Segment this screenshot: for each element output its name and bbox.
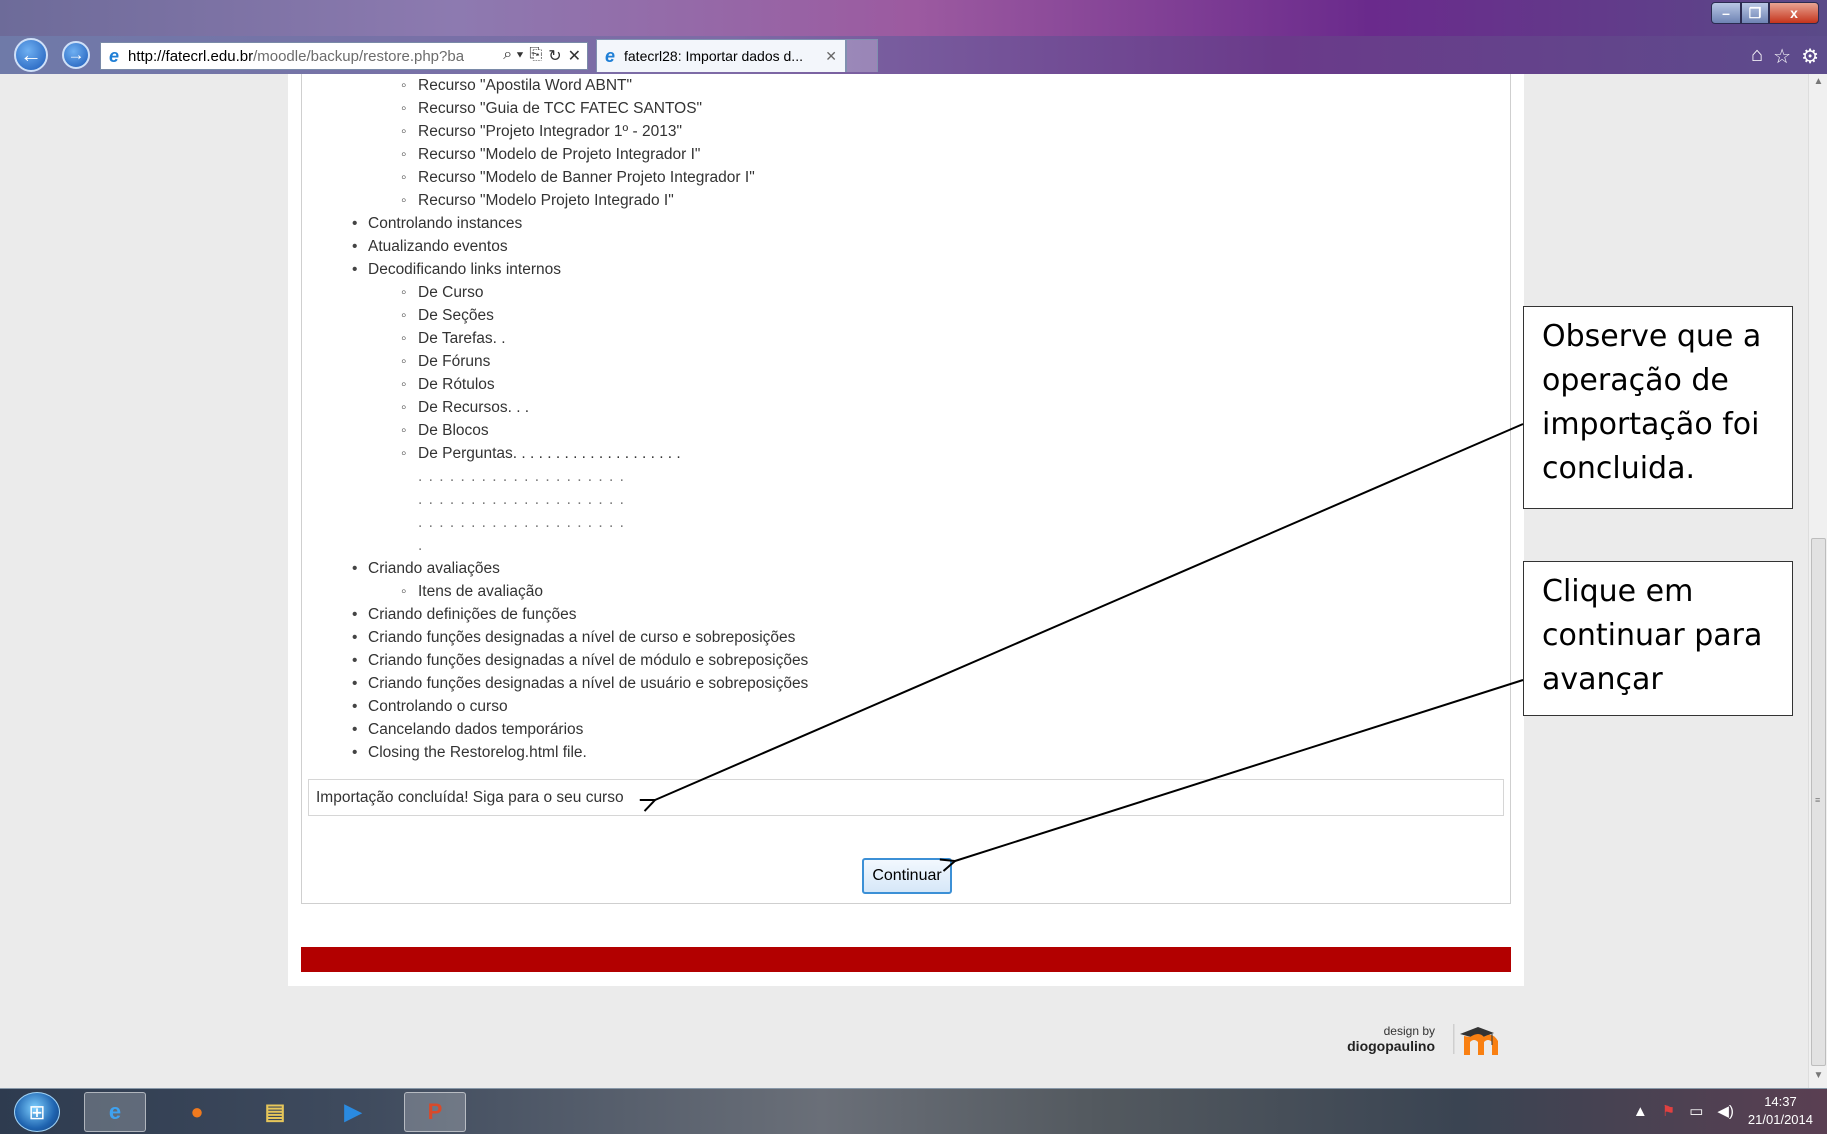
stop-icon[interactable]: ✕ — [568, 46, 581, 66]
import-complete-text: Importação concluída! Siga para o seu cu… — [316, 788, 624, 806]
vertical-scrollbar[interactable]: ▲ ≡ ▼ — [1808, 74, 1827, 1088]
log-item: Criando funções designadas a nível de mó… — [352, 649, 808, 672]
window-controls: – ❐ x — [1711, 2, 1819, 24]
taskbar: ⊞ e ● ▤ ▶ P ▲ ⚑ ▭ ◀) 14:37 21/01/2014 — [0, 1088, 1827, 1134]
address-bar[interactable]: e http://fatecrl.edu.br /moodle/backup/r… — [100, 42, 588, 70]
log-item: Controlando o curso — [352, 695, 808, 718]
system-tray: ▲ ⚑ ▭ ◀) 14:37 21/01/2014 — [1633, 1093, 1813, 1129]
clock-date: 21/01/2014 — [1747, 1112, 1813, 1127]
log-subitem: De Rótulos — [352, 373, 808, 396]
back-arrow-icon: ← — [20, 42, 42, 67]
log-subitem: Recurso "Apostila Word ABNT" — [352, 74, 808, 97]
continue-button[interactable]: Continuar — [862, 858, 952, 894]
powerpoint-icon[interactable]: P — [404, 1092, 466, 1132]
address-tools: ⌕ ▾ ⎘ ↻ ✕ — [503, 46, 587, 66]
ie-page-icon: e — [108, 45, 119, 66]
star-icon[interactable]: ☆ — [1773, 44, 1791, 69]
log-item: Atualizando eventos — [352, 235, 808, 258]
author-name[interactable]: diogopaulino — [1325, 1038, 1435, 1054]
scroll-up-icon[interactable]: ▲ — [1809, 76, 1827, 92]
log-item: Controlando instances — [352, 212, 808, 235]
log-item: Criando funções designadas a nível de us… — [352, 672, 808, 695]
log-subitem: De Recursos. . . — [352, 396, 808, 419]
log-subitem: De Tarefas. . — [352, 327, 808, 350]
media-player-icon[interactable]: ▶ — [322, 1092, 384, 1132]
start-button[interactable]: ⊞ — [14, 1092, 60, 1132]
moodle-logo[interactable] — [1452, 1020, 1502, 1060]
gear-icon[interactable]: ⚙ — [1801, 44, 1819, 69]
log-item: Criando funções designadas a nível de cu… — [352, 626, 808, 649]
page-container: Recurso "Apostila Word ABNT"Recurso "Gui… — [288, 74, 1524, 986]
firefox-icon[interactable]: ● — [166, 1092, 228, 1132]
footer-bar — [301, 947, 1511, 972]
forward-arrow-icon: → — [67, 45, 85, 64]
url-path: /moodle/backup/restore.php?ba — [253, 47, 465, 65]
callout-import-complete: Observe que a operação de importação foi… — [1523, 306, 1793, 509]
log-subitem: Recurso "Modelo Projeto Integrado I" — [352, 189, 808, 212]
search-dropdown-icon[interactable]: ⌕ ▾ — [503, 46, 523, 66]
close-button[interactable]: x — [1769, 2, 1819, 24]
log-continuation: . . . . . . . . . . . . . . . . . . . . — [418, 491, 625, 508]
log-item: Decodificando links internos — [352, 258, 808, 281]
log-item: Criando definições de funções — [352, 603, 808, 626]
url-host: http://fatecrl.edu.br — [128, 47, 254, 65]
clock-time: 14:37 — [1764, 1094, 1797, 1109]
import-complete-notice: Importação concluída! Siga para o seu cu… — [308, 779, 1504, 816]
log-item: Closing the Restorelog.html file. — [352, 741, 808, 764]
action-center-flag-icon[interactable]: ⚑ — [1662, 1102, 1675, 1120]
log-item: Criando avaliações — [352, 557, 808, 580]
log-subitem: Recurso "Guia de TCC FATEC SANTOS" — [352, 97, 808, 120]
network-icon[interactable]: ▭ — [1689, 1102, 1703, 1120]
scroll-down-icon[interactable]: ▼ — [1809, 1070, 1827, 1086]
restore-log-list: Recurso "Apostila Word ABNT"Recurso "Gui… — [352, 74, 808, 764]
maximize-button[interactable]: ❐ — [1741, 2, 1769, 24]
tab-close-icon[interactable]: ✕ — [825, 48, 837, 65]
log-subitem: Recurso "Projeto Integrador 1º - 2013" — [352, 120, 808, 143]
callout-click-continue: Clique em continuar para avançar — [1523, 561, 1793, 716]
design-credit: design by diogopaulino — [1325, 1024, 1435, 1054]
show-hidden-icons-icon[interactable]: ▲ — [1633, 1103, 1648, 1120]
content-box: Recurso "Apostila Word ABNT"Recurso "Gui… — [301, 74, 1511, 904]
new-tab-button[interactable] — [846, 39, 878, 72]
log-subitem: Recurso "Modelo de Banner Projeto Integr… — [352, 166, 808, 189]
log-continuation: . . . . . . . . . . . . . . . . . . . . — [418, 468, 625, 485]
forward-button[interactable]: → — [62, 41, 90, 69]
scroll-grip-icon: ≡ — [1815, 795, 1821, 805]
log-item: Cancelando dados temporários — [352, 718, 808, 741]
compatibility-view-icon[interactable]: ⎘ — [529, 46, 542, 66]
tab-title: fatecrl28: Importar dados d... — [624, 48, 803, 64]
scrollbar-thumb[interactable]: ≡ — [1811, 538, 1826, 1066]
browser-right-icons: ⌂ ☆ ⚙ — [1751, 44, 1819, 69]
log-continuation: . — [418, 537, 424, 554]
log-subitem: De Seções — [352, 304, 808, 327]
log-continuation: . . . . . . . . . . . . . . . . . . . . — [418, 514, 625, 531]
log-subitem: De Perguntas. . . . . . . . . . . . . . … — [352, 442, 808, 465]
log-subitem: De Blocos — [352, 419, 808, 442]
file-explorer-icon[interactable]: ▤ — [244, 1092, 306, 1132]
windows-logo-icon: ⊞ — [28, 1101, 46, 1124]
tab-favicon-icon: e — [604, 45, 615, 66]
volume-icon[interactable]: ◀) — [1717, 1102, 1734, 1120]
minimize-button[interactable]: – — [1711, 2, 1741, 24]
clock[interactable]: 14:37 21/01/2014 — [1748, 1093, 1813, 1129]
internet-explorer-icon[interactable]: e — [84, 1092, 146, 1132]
log-subitem: Itens de avaliação — [352, 580, 808, 603]
tab-active[interactable]: e fatecrl28: Importar dados d... ✕ — [596, 39, 846, 72]
browser-toolbar: ← → e http://fatecrl.edu.br /moodle/back… — [0, 36, 1827, 74]
design-by-label: design by — [1383, 1024, 1435, 1038]
back-button[interactable]: ← — [14, 38, 48, 72]
log-subitem: De Curso — [352, 281, 808, 304]
window-titlebar: – ❐ x — [0, 0, 1827, 36]
refresh-icon[interactable]: ↻ — [548, 46, 561, 66]
home-icon[interactable]: ⌂ — [1751, 44, 1763, 69]
log-subitem: Recurso "Modelo de Projeto Integrador I" — [352, 143, 808, 166]
log-subitem: De Fóruns — [352, 350, 808, 373]
